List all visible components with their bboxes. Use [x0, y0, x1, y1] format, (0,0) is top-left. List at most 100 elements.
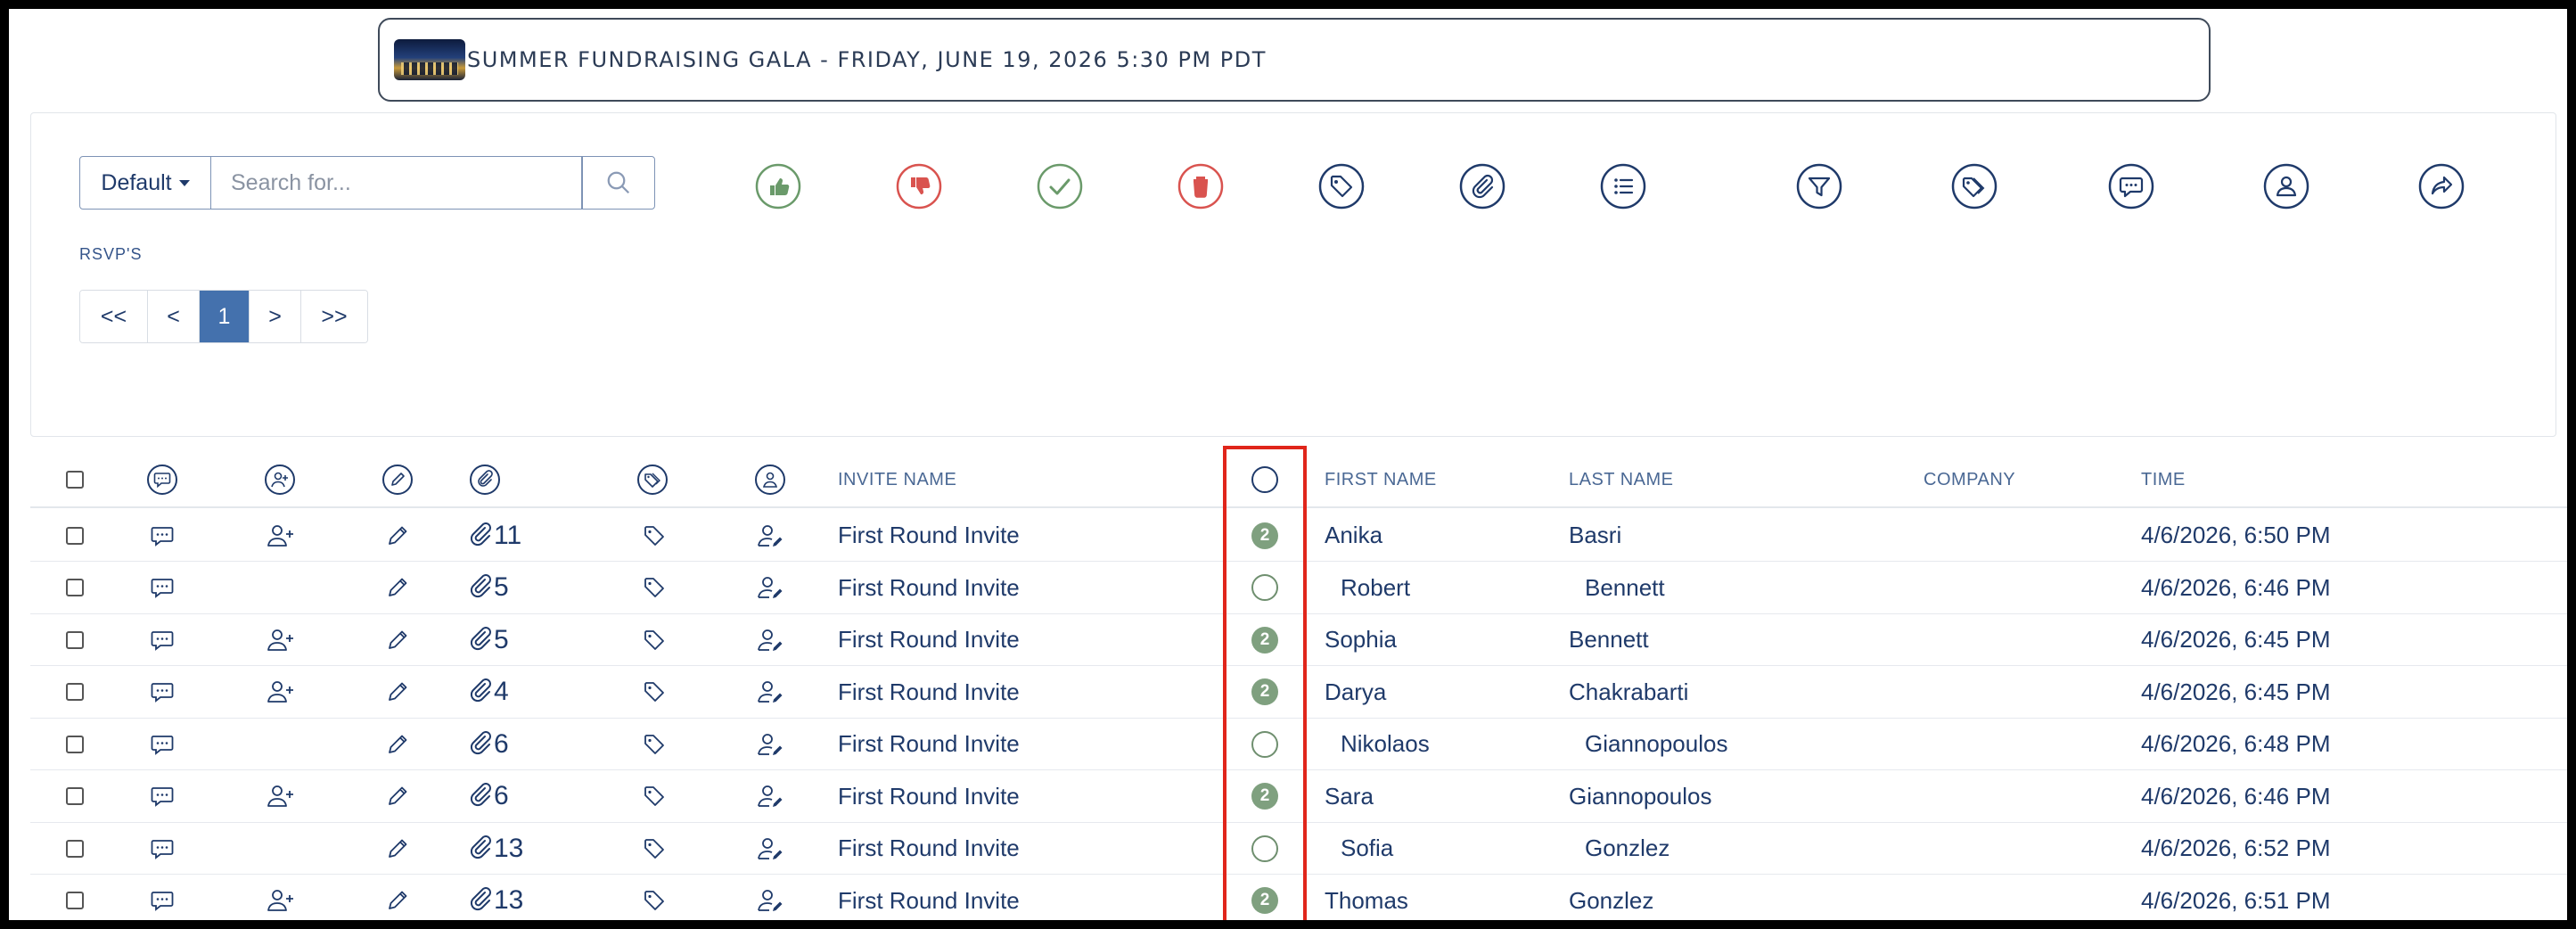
row-message-button[interactable] [150, 876, 175, 921]
row-checkbox[interactable] [66, 683, 84, 701]
row-edit-button[interactable] [385, 876, 410, 921]
row-checkbox[interactable] [66, 735, 84, 753]
row-status[interactable]: 2 [1251, 667, 1278, 718]
header-invite-name[interactable]: INVITE NAME [838, 453, 956, 506]
row-attachments[interactable]: 5 [469, 614, 509, 665]
row-tag-button[interactable] [642, 510, 667, 561]
header-status[interactable] [1251, 453, 1278, 506]
row-add-user-button[interactable] [266, 876, 296, 921]
row-tag-button[interactable] [642, 614, 667, 665]
row-select[interactable] [66, 719, 84, 769]
list-button[interactable] [1600, 163, 1646, 210]
row-tag-button[interactable] [642, 667, 667, 718]
tag-button[interactable] [1318, 163, 1365, 210]
row-add-user-button[interactable] [266, 771, 296, 822]
table-row[interactable]: 5 First Round Invite Robert Bennett 4/6/… [30, 563, 2567, 614]
table-row[interactable]: 13 First Round Invite 2 Thomas Gonzlez 4… [30, 876, 2567, 921]
header-first-name[interactable]: FIRST NAME [1325, 453, 1437, 506]
row-contact-button[interactable] [756, 614, 786, 665]
delete-button[interactable] [1177, 163, 1224, 210]
row-checkbox[interactable] [66, 787, 84, 805]
row-status[interactable] [1251, 823, 1278, 874]
tags-button[interactable] [1951, 163, 1998, 210]
row-tag-button[interactable] [642, 823, 667, 874]
row-contact-button[interactable] [756, 510, 786, 561]
search-button[interactable] [582, 156, 655, 210]
row-invite-name[interactable]: First Round Invite [838, 823, 1020, 874]
row-select[interactable] [66, 667, 84, 718]
row-status[interactable]: 2 [1251, 771, 1278, 822]
row-message-button[interactable] [150, 719, 175, 769]
header-last-name[interactable]: LAST NAME [1569, 453, 1674, 506]
row-add-user-button[interactable] [266, 614, 296, 665]
search-input[interactable] [211, 156, 582, 210]
confirm-button[interactable] [1037, 163, 1083, 210]
row-checkbox[interactable] [66, 892, 84, 909]
row-select[interactable] [66, 876, 84, 921]
row-tag-button[interactable] [642, 876, 667, 921]
table-row[interactable]: 11 First Round Invite 2 Anika Basri 4/6/… [30, 510, 2567, 562]
contact-button[interactable] [2263, 163, 2309, 210]
row-message-button[interactable] [150, 510, 175, 561]
row-edit-button[interactable] [385, 614, 410, 665]
row-edit-button[interactable] [385, 719, 410, 769]
row-tag-button[interactable] [642, 719, 667, 769]
header-company[interactable]: COMPANY [1924, 453, 2015, 506]
row-checkbox[interactable] [66, 579, 84, 596]
row-contact-button[interactable] [756, 823, 786, 874]
row-attachments[interactable]: 4 [469, 667, 509, 718]
row-invite-name[interactable]: First Round Invite [838, 876, 1020, 921]
approve-button[interactable] [755, 163, 801, 210]
table-row[interactable]: 6 First Round Invite 2 Sara Giannopoulos… [30, 771, 2567, 823]
page-last-button[interactable]: >> [301, 291, 367, 342]
row-add-user-button[interactable] [266, 510, 296, 561]
row-add-user-button[interactable] [266, 667, 296, 718]
row-contact-button[interactable] [756, 876, 786, 921]
row-select[interactable] [66, 823, 84, 874]
row-invite-name[interactable]: First Round Invite [838, 719, 1020, 769]
row-invite-name[interactable]: First Round Invite [838, 510, 1020, 561]
row-contact-button[interactable] [756, 563, 786, 613]
page-current-button[interactable]: 1 [200, 291, 250, 342]
row-status[interactable]: 2 [1251, 876, 1278, 921]
row-message-button[interactable] [150, 614, 175, 665]
row-message-button[interactable] [150, 563, 175, 613]
row-status[interactable] [1251, 719, 1278, 769]
header-attachments[interactable] [469, 453, 501, 506]
table-row[interactable]: 5 First Round Invite 2 Sophia Bennett 4/… [30, 614, 2567, 666]
row-contact-button[interactable] [756, 719, 786, 769]
row-message-button[interactable] [150, 771, 175, 822]
row-edit-button[interactable] [385, 563, 410, 613]
header-add-user[interactable] [264, 453, 296, 506]
row-select[interactable] [66, 510, 84, 561]
header-message[interactable] [146, 453, 178, 506]
page-first-button[interactable]: << [80, 291, 148, 342]
event-banner[interactable]: SUMMER FUNDRAISING GALA - FRIDAY, JUNE 1… [378, 18, 2211, 102]
row-attachments[interactable]: 5 [469, 563, 509, 613]
row-invite-name[interactable]: First Round Invite [838, 563, 1020, 613]
row-edit-button[interactable] [385, 771, 410, 822]
row-edit-button[interactable] [385, 823, 410, 874]
row-tag-button[interactable] [642, 771, 667, 822]
share-button[interactable] [2418, 163, 2465, 210]
table-row[interactable]: 13 First Round Invite Sofia Gonzlez 4/6/… [30, 823, 2567, 875]
attach-button[interactable] [1459, 163, 1505, 210]
row-message-button[interactable] [150, 823, 175, 874]
row-message-button[interactable] [150, 667, 175, 718]
table-row[interactable]: 4 First Round Invite 2 Darya Chakrabarti… [30, 667, 2567, 719]
row-edit-button[interactable] [385, 667, 410, 718]
row-status[interactable]: 2 [1251, 614, 1278, 665]
row-attachments[interactable]: 13 [469, 823, 523, 874]
row-edit-button[interactable] [385, 510, 410, 561]
row-select[interactable] [66, 771, 84, 822]
row-checkbox[interactable] [66, 630, 84, 649]
header-select-all[interactable] [66, 453, 84, 506]
row-status[interactable]: 2 [1251, 510, 1278, 561]
header-tags[interactable] [636, 453, 669, 506]
header-contact[interactable] [754, 453, 786, 506]
row-checkbox[interactable] [66, 839, 84, 858]
row-attachments[interactable]: 6 [469, 719, 509, 769]
row-invite-name[interactable]: First Round Invite [838, 667, 1020, 718]
message-button[interactable] [2108, 163, 2154, 210]
header-time[interactable]: TIME [2141, 453, 2186, 506]
